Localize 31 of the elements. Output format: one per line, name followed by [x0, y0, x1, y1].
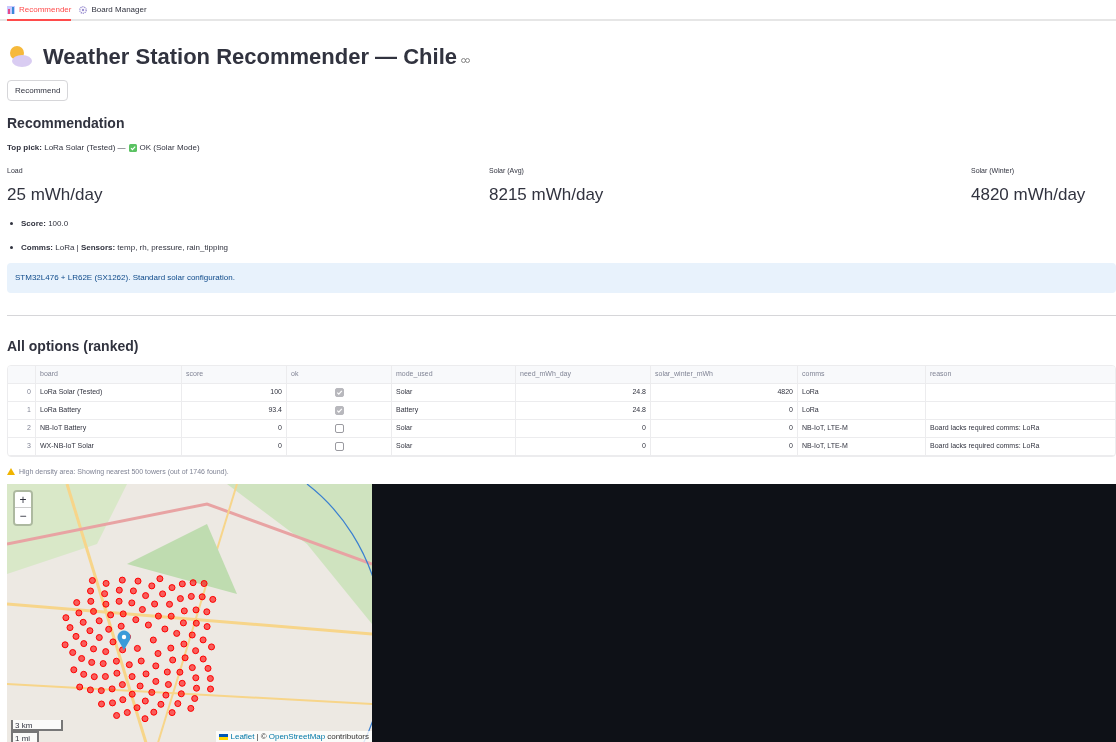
warning-icon [7, 468, 15, 476]
page-title: Weather Station Recommender — Chile [43, 42, 457, 71]
attribution-text: | © [256, 730, 267, 742]
bullet-icon [10, 222, 13, 225]
metric-value: 25 mWh/day [7, 184, 104, 206]
metric-value: 8215 mWh/day [489, 184, 605, 206]
top-pick-text: Top pick: LoRa Solar (Tested) — [7, 142, 126, 154]
osm-link[interactable]: OpenStreetMap [268, 730, 326, 742]
tab[interactable]: Board Manager [79, 0, 147, 19]
zoom-out-button[interactable]: − [15, 508, 31, 524]
bullet-text: Comms: LoRa | Sensors: temp, rh, pressure, rain_tipping [21, 241, 229, 254]
check-icon [128, 144, 137, 152]
link-icon[interactable] [461, 57, 470, 63]
recommend-button[interactable]: Recommend [7, 80, 69, 101]
attribution-text: contributors [327, 730, 369, 742]
bar-chart-icon [7, 5, 15, 14]
flag-icon [219, 733, 229, 740]
bullet-text: Score: 100.0 [21, 217, 69, 230]
status-text: OK (Solar Mode) [139, 142, 200, 154]
zoom-in-button[interactable]: + [15, 492, 31, 508]
bullet-icon [10, 246, 13, 249]
scale-bar: 1 mi [11, 731, 39, 742]
sun-behind-cloud-icon [7, 44, 33, 68]
section-heading: Recommendation [7, 114, 126, 133]
scale-bar: 3 km [11, 720, 63, 731]
section-heading: All options (ranked) [7, 336, 140, 356]
metric-value: 4820 mWh/day [971, 184, 1087, 206]
info-text: STM32L476 + LR62E (SX1262). Standard solar configuration. [15, 271, 235, 284]
location-pin-icon[interactable] [117, 630, 131, 650]
leaflet-link[interactable]: Leaflet [230, 730, 255, 742]
gear-icon [79, 5, 88, 14]
